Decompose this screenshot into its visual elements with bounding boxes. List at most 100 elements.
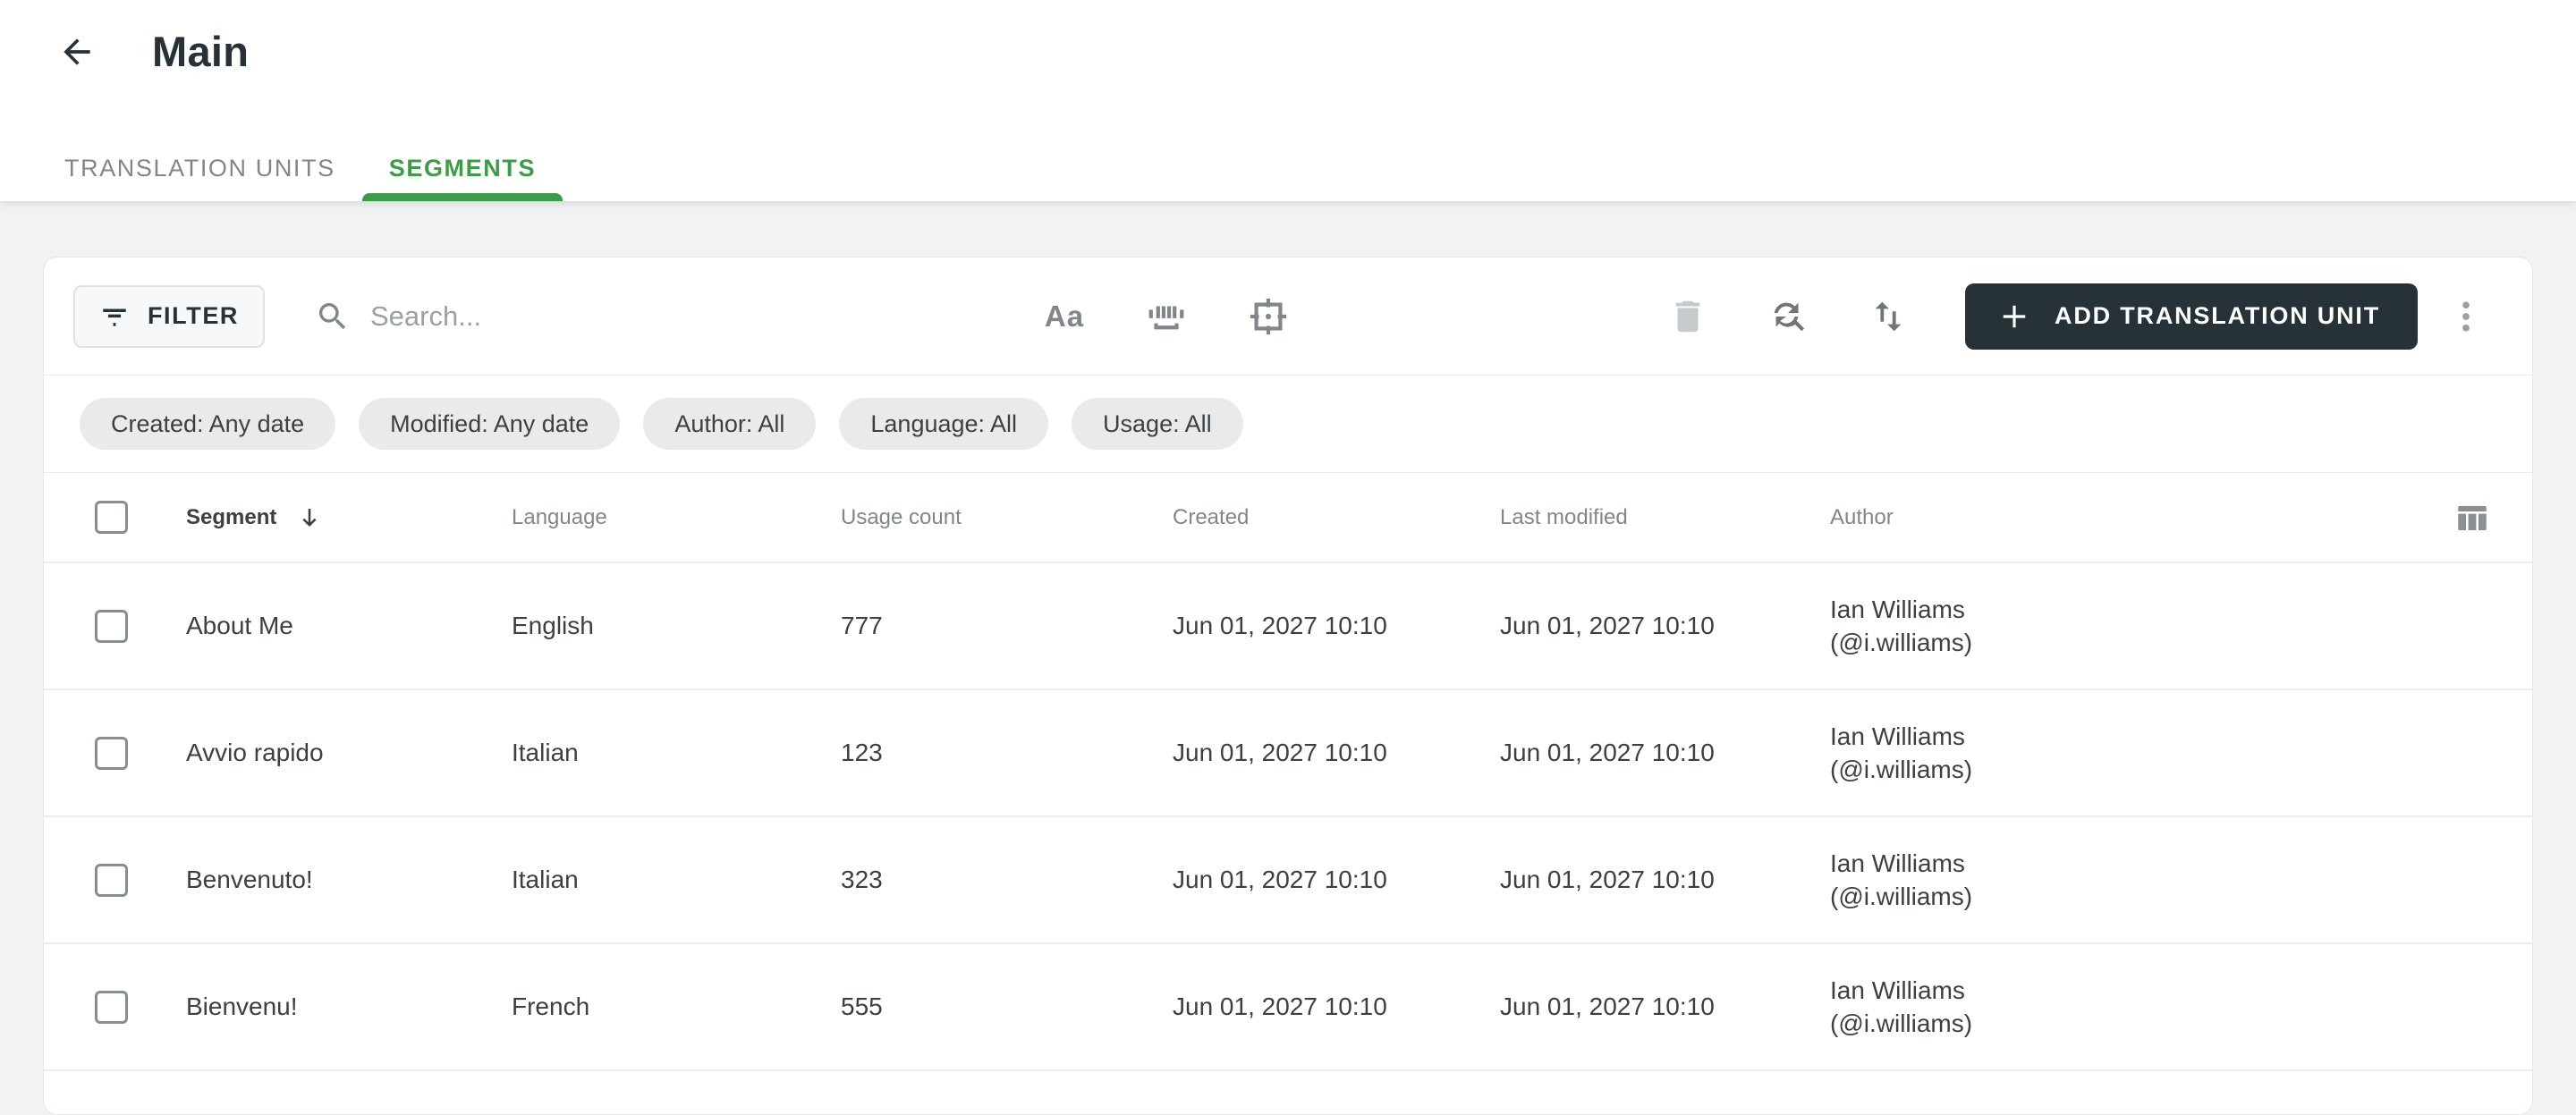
tab-translation-units-label: TRANSLATION UNITS [64, 154, 335, 182]
language-cell: Italian [512, 866, 579, 893]
usage-count-cell: 323 [841, 866, 883, 893]
plus-icon [2003, 305, 2026, 327]
active-tab-indicator [361, 193, 564, 201]
toolbar-action-icons [1663, 291, 1913, 342]
created-cell: Jun 01, 2027 10:10 [1173, 612, 1387, 639]
segment-cell: Bienvenu! [186, 993, 298, 1020]
view-columns-icon [2458, 505, 2487, 530]
column-header-language[interactable]: Language [512, 505, 841, 530]
title-row: Main [0, 0, 2576, 76]
author-cell: Ian Williams (@i.williams) [1830, 974, 2378, 1040]
table-row[interactable]: Bienvenu! French 555 Jun 01, 2027 10:10 … [44, 942, 2532, 1069]
match-case-button[interactable]: Aa [1039, 291, 1089, 342]
match-case-icon: Aa [1044, 299, 1085, 333]
usage-count-cell: 555 [841, 993, 883, 1020]
segment-cell: Avvio rapido [186, 739, 324, 766]
segment-cell: Benvenuto! [186, 866, 313, 893]
search-input[interactable] [370, 300, 1039, 333]
row-checkbox[interactable] [95, 863, 128, 897]
tab-segments-label: SEGMENTS [388, 154, 537, 182]
last-modified-cell: Jun 01, 2027 10:10 [1500, 612, 1715, 639]
created-cell: Jun 01, 2027 10:10 [1173, 993, 1387, 1020]
author-name: Ian Williams [1830, 849, 1965, 877]
select-all-checkbox[interactable] [95, 501, 128, 534]
chip-modified[interactable]: Modified: Any date [359, 398, 621, 450]
exact-match-frame-icon [1250, 298, 1287, 334]
chip-language[interactable]: Language: All [839, 398, 1049, 450]
language-cell: Italian [512, 739, 579, 766]
column-header-created[interactable]: Created [1173, 505, 1500, 530]
kebab-menu-icon [2462, 300, 2470, 332]
sort-descending-icon [302, 508, 317, 527]
author-handle: (@i.williams) [1830, 756, 1973, 783]
filter-chips-row: Created: Any date Modified: Any date Aut… [44, 376, 2532, 473]
tab-segments[interactable]: SEGMENTS [361, 135, 564, 201]
created-cell: Jun 01, 2027 10:10 [1173, 739, 1387, 766]
column-header-last-modified[interactable]: Last modified [1500, 505, 1830, 530]
filter-button-label: FILTER [147, 302, 240, 329]
whole-word-button[interactable] [1141, 291, 1191, 342]
author-cell: Ian Williams (@i.williams) [1830, 720, 2378, 786]
header-checkbox-cell [44, 501, 186, 534]
row-checkbox-cell [44, 863, 186, 897]
search-box [315, 299, 1039, 334]
created-cell: Jun 01, 2027 10:10 [1173, 866, 1387, 893]
add-translation-unit-label: ADD TRANSLATION UNIT [2055, 302, 2380, 329]
language-cell: French [512, 993, 590, 1020]
row-checkbox[interactable] [95, 736, 128, 770]
filter-button[interactable]: FILTER [73, 284, 265, 348]
author-handle: (@i.williams) [1830, 629, 1973, 656]
header-columns-cell [2378, 499, 2532, 536]
column-header-author[interactable]: Author [1830, 505, 2378, 530]
column-settings-button[interactable] [2453, 499, 2491, 536]
table-row[interactable]: About Me English 777 Jun 01, 2027 10:10 … [44, 562, 2532, 688]
tab-translation-units[interactable]: TRANSLATION UNITS [38, 135, 362, 201]
last-modified-cell: Jun 01, 2027 10:10 [1500, 739, 1715, 766]
find-replace-icon [1774, 302, 1805, 331]
row-checkbox-cell [44, 990, 186, 1024]
sort-order-button[interactable] [1863, 291, 1913, 342]
author-name: Ian Williams [1830, 722, 1965, 750]
author-cell: Ian Williams (@i.williams) [1830, 847, 2378, 913]
search-option-icons: Aa [1039, 291, 1293, 342]
toolbar: FILTER Aa [44, 258, 2532, 376]
table-row[interactable]: Benvenuto! Italian 323 Jun 01, 2027 10:1… [44, 815, 2532, 942]
search-icon [319, 302, 346, 329]
author-cell: Ian Williams (@i.williams) [1830, 593, 2378, 659]
page-title: Main [152, 28, 250, 75]
find-replace-button[interactable] [1763, 291, 1813, 342]
author-handle: (@i.williams) [1830, 883, 1973, 910]
next-row-edge [44, 1069, 2532, 1078]
more-options-button[interactable] [2441, 291, 2491, 342]
row-checkbox[interactable] [95, 990, 128, 1024]
last-modified-cell: Jun 01, 2027 10:10 [1500, 993, 1715, 1020]
chip-author[interactable]: Author: All [643, 398, 817, 450]
sort-arrows-icon [1875, 301, 1902, 331]
last-modified-cell: Jun 01, 2027 10:10 [1500, 866, 1715, 893]
add-translation-unit-button[interactable]: ADD TRANSLATION UNIT [1965, 283, 2418, 350]
row-checkbox[interactable] [95, 609, 128, 643]
author-handle: (@i.williams) [1830, 1009, 1973, 1037]
delete-button[interactable] [1663, 291, 1713, 342]
column-header-usage-count[interactable]: Usage count [841, 505, 1173, 530]
row-checkbox-cell [44, 609, 186, 643]
language-cell: English [512, 612, 594, 639]
table-row[interactable]: Avvio rapido Italian 123 Jun 01, 2027 10… [44, 688, 2532, 815]
exact-match-button[interactable] [1243, 291, 1293, 342]
filter-list-icon [103, 308, 126, 326]
chip-created[interactable]: Created: Any date [80, 398, 336, 450]
usage-count-cell: 777 [841, 612, 883, 639]
column-header-segment-label: Segment [186, 504, 277, 529]
tab-bar: TRANSLATION UNITS SEGMENTS [0, 135, 2576, 201]
top-app-bar: Main TRANSLATION UNITS SEGMENTS [0, 0, 2576, 201]
whole-word-icon [1148, 306, 1184, 329]
table-header-row: Segment Language Usage count Created Las… [44, 473, 2532, 562]
chip-usage[interactable]: Usage: All [1072, 398, 1243, 450]
back-button[interactable] [55, 30, 98, 73]
usage-count-cell: 123 [841, 739, 883, 766]
column-header-segment[interactable]: Segment [186, 504, 512, 531]
arrow-left-icon [64, 38, 90, 65]
segment-cell: About Me [186, 612, 293, 639]
author-name: Ian Williams [1830, 976, 1965, 1004]
row-checkbox-cell [44, 736, 186, 770]
